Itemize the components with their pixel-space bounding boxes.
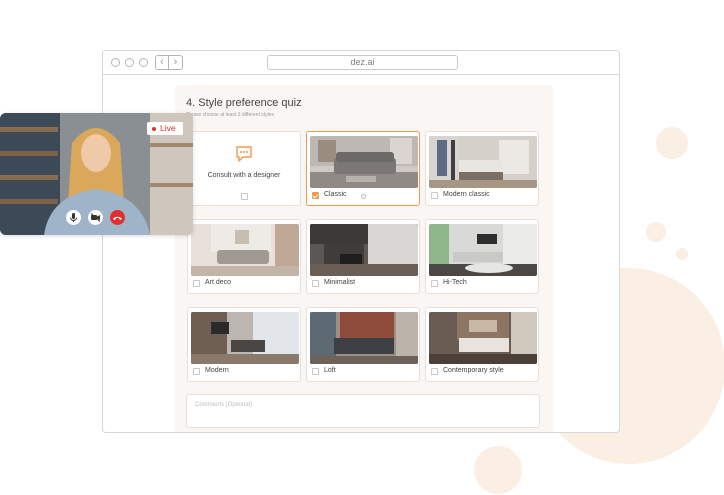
modern-classic-image: [429, 136, 537, 188]
style-label: Art deco: [205, 279, 232, 286]
video-call-window: Live: [0, 113, 193, 235]
loft-image: [310, 312, 418, 364]
consult-checkbox[interactable]: [241, 193, 248, 200]
live-badge: Live: [147, 122, 183, 135]
style-card-modern[interactable]: Modern: [187, 307, 301, 382]
microphone-icon[interactable]: [66, 210, 81, 225]
window-close-dot[interactable]: [111, 58, 120, 67]
minimalist-checkbox[interactable]: [312, 280, 319, 287]
classic-checkbox[interactable]: [312, 192, 319, 199]
hi-tech-checkbox[interactable]: [431, 280, 438, 287]
modern-classic-checkbox[interactable]: [431, 192, 438, 199]
minimalist-image: [310, 224, 418, 276]
browser-toolbar: ‹ › dez.ai: [103, 51, 619, 75]
style-card-contemporary[interactable]: Contemporary style: [425, 307, 539, 382]
consult-designer-card[interactable]: Consult with a designer: [187, 131, 301, 206]
window-minimize-dot[interactable]: [125, 58, 134, 67]
loft-checkbox[interactable]: [312, 368, 319, 375]
contemporary-image: [429, 312, 537, 364]
quiz-panel: 4. Style preference quiz Please choose a…: [175, 85, 553, 432]
style-label: Loft: [324, 367, 336, 374]
window-maximize-dot[interactable]: [139, 58, 148, 67]
address-bar[interactable]: dez.ai: [267, 55, 458, 70]
comments-input[interactable]: Comments (Optional): [186, 394, 540, 428]
contemporary-checkbox[interactable]: [431, 368, 438, 375]
style-card-classic[interactable]: Classic: [306, 131, 420, 206]
quiz-subtitle: Please choose at least 3 different style…: [186, 112, 275, 118]
modern-checkbox[interactable]: [193, 368, 200, 375]
browser-window: ‹ › dez.ai 4. Style preference quiz Plea…: [102, 50, 620, 433]
style-label: Minimalist: [324, 279, 356, 286]
style-label: Modern: [205, 367, 229, 374]
back-icon[interactable]: ‹: [155, 55, 169, 70]
style-card-modern-classic[interactable]: Modern classic: [425, 131, 539, 206]
chat-icon: [236, 146, 252, 162]
style-label: Modern classic: [443, 191, 490, 198]
classic-image: [310, 136, 418, 188]
style-card-hi-tech[interactable]: Hi-Tech: [425, 219, 539, 294]
camera-off-icon[interactable]: [88, 210, 103, 225]
style-card-minimalist[interactable]: Minimalist: [306, 219, 420, 294]
style-card-art-deco[interactable]: Art deco: [187, 219, 301, 294]
style-card-loft[interactable]: Loft: [306, 307, 420, 382]
style-label: Contemporary style: [443, 367, 504, 374]
hi-tech-image: [429, 224, 537, 276]
art-deco-image: [191, 224, 299, 276]
page: ‹ › dez.ai 4. Style preference quiz Plea…: [0, 0, 724, 495]
forward-icon[interactable]: ›: [169, 55, 183, 70]
art-deco-checkbox[interactable]: [193, 280, 200, 287]
page-title: 4. Style preference quiz: [186, 97, 302, 109]
pointer-cursor: [361, 194, 366, 199]
decor-blob: [676, 248, 688, 260]
decor-blob: [656, 127, 688, 159]
hang-up-icon[interactable]: [110, 210, 125, 225]
modern-image: [191, 312, 299, 364]
style-label: Classic: [324, 191, 347, 198]
consult-label: Consult with a designer: [207, 172, 281, 179]
style-label: Hi-Tech: [443, 279, 467, 286]
decor-blob: [646, 222, 666, 242]
decor-blob: [474, 446, 522, 494]
